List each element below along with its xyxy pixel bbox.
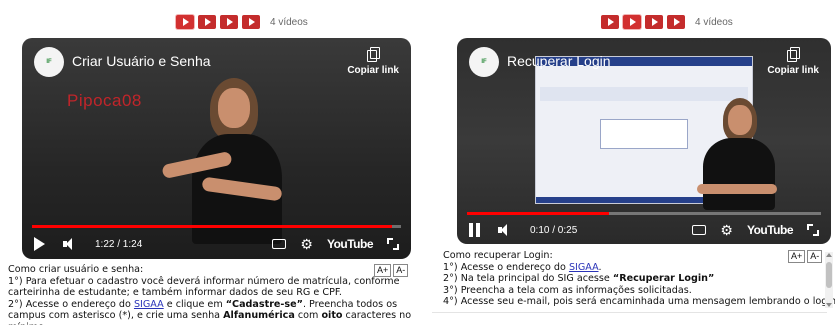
video-count: 4 vídeos xyxy=(695,16,733,28)
copy-link-label: Copiar link xyxy=(767,65,819,76)
playlist-tab-4[interactable] xyxy=(242,15,260,29)
copy-link-button[interactable]: Copiar link xyxy=(767,47,819,76)
instruction-step-1: 1°) Acesse o endereço do SIGAA. xyxy=(443,261,602,273)
volume-icon[interactable] xyxy=(63,238,77,250)
copy-link-button[interactable]: Copiar link xyxy=(347,47,399,76)
fullscreen-icon[interactable] xyxy=(387,238,399,250)
youtube-logo[interactable]: YouTube xyxy=(747,223,794,237)
scroll-down-icon[interactable] xyxy=(826,303,832,307)
text-zoom-controls: A+ A- xyxy=(374,264,409,277)
video-count: 4 vídeos xyxy=(270,16,308,28)
video-player[interactable]: IF Criar Usuário e Senha Copiar link Pip… xyxy=(22,38,411,259)
instruction-step-2: 2°) Acesse o endereço do SIGAA e clique … xyxy=(8,298,412,325)
pause-icon[interactable] xyxy=(469,223,480,237)
channel-avatar[interactable]: IF xyxy=(34,47,64,77)
playlist-tabs: 4 vídeos xyxy=(601,15,733,29)
instruction-step-4: 4°) Acesse seu e-mail, pois será encamin… xyxy=(443,296,835,308)
video-player[interactable]: IF Recuperar Login Copiar link 0:10 / 0:… xyxy=(457,38,831,244)
playlist-tabs: 4 vídeos xyxy=(176,15,308,29)
playlist-tab-1[interactable] xyxy=(601,15,619,29)
fullscreen-icon[interactable] xyxy=(807,224,819,236)
interpreter-figure xyxy=(693,98,783,210)
copy-link-label: Copiar link xyxy=(347,65,399,76)
video-panel-left: 4 vídeos IF Criar Usuário e Senha Copiar… xyxy=(0,0,418,325)
zoom-out-button[interactable]: A- xyxy=(807,250,823,263)
instructions-heading: Como recuperar Login: xyxy=(443,250,553,261)
video-time: 0:10 / 0:25 xyxy=(530,224,578,236)
captions-icon[interactable] xyxy=(272,239,287,249)
video-time: 1:22 / 1:24 xyxy=(95,238,143,250)
interpreter-figure xyxy=(161,78,302,244)
settings-icon[interactable]: ⚙ xyxy=(300,237,313,251)
instructions-heading: Como criar usuário e senha: xyxy=(8,264,144,275)
zoom-out-button[interactable]: A- xyxy=(393,264,409,277)
video-controls: 1:22 / 1:24 ⚙ YouTube xyxy=(22,231,411,257)
instructions-right: Como recuperar Login: 1°) Acesse o ender… xyxy=(443,250,835,308)
settings-icon[interactable]: ⚙ xyxy=(720,223,733,237)
instructions-scrollbar[interactable] xyxy=(825,252,833,308)
play-icon[interactable] xyxy=(34,237,45,251)
video-title[interactable]: Criar Usuário e Senha xyxy=(72,53,211,69)
overlay-watermark: Pipoca08 xyxy=(67,91,142,110)
video-panel-right: 4 vídeos IF Recuperar Login Copiar link … xyxy=(432,0,835,325)
zoom-in-button[interactable]: A+ xyxy=(374,264,392,277)
captions-icon[interactable] xyxy=(692,225,707,235)
copy-link-icon xyxy=(367,47,381,62)
volume-icon[interactable] xyxy=(498,224,512,236)
copy-link-icon xyxy=(787,47,801,62)
channel-avatar[interactable]: IF xyxy=(469,47,499,77)
playlist-tab-2[interactable] xyxy=(623,15,641,29)
sigaa-link[interactable]: SIGAA xyxy=(569,262,599,273)
zoom-in-button[interactable]: A+ xyxy=(788,250,806,263)
instruction-step-3: 3°) Preencha a tela com as informações s… xyxy=(443,284,692,296)
playlist-tab-2[interactable] xyxy=(198,15,216,29)
video-title[interactable]: Recuperar Login xyxy=(507,53,611,69)
scroll-thumb[interactable] xyxy=(826,262,832,288)
instruction-step-2: 2°) Na tela principal do SIG acesse “Rec… xyxy=(443,273,715,285)
video-progress-bar[interactable] xyxy=(32,225,401,228)
divider xyxy=(432,312,827,313)
scroll-up-icon[interactable] xyxy=(826,253,832,257)
playlist-tab-4[interactable] xyxy=(667,15,685,29)
playlist-tab-3[interactable] xyxy=(220,15,238,29)
playlist-tab-1[interactable] xyxy=(176,15,194,29)
instruction-step-1: 1°) Para efetuar o cadastro você deverá … xyxy=(8,275,400,299)
instructions-left: Como criar usuário e senha: 1°) Para efe… xyxy=(8,264,413,325)
video-controls: 0:10 / 0:25 ⚙ YouTube xyxy=(457,217,831,243)
video-progress-bar[interactable] xyxy=(467,212,821,215)
playlist-tab-3[interactable] xyxy=(645,15,663,29)
sigaa-link[interactable]: SIGAA xyxy=(134,299,164,310)
text-zoom-controls: A+ A- xyxy=(788,250,823,263)
youtube-logo[interactable]: YouTube xyxy=(327,237,374,251)
